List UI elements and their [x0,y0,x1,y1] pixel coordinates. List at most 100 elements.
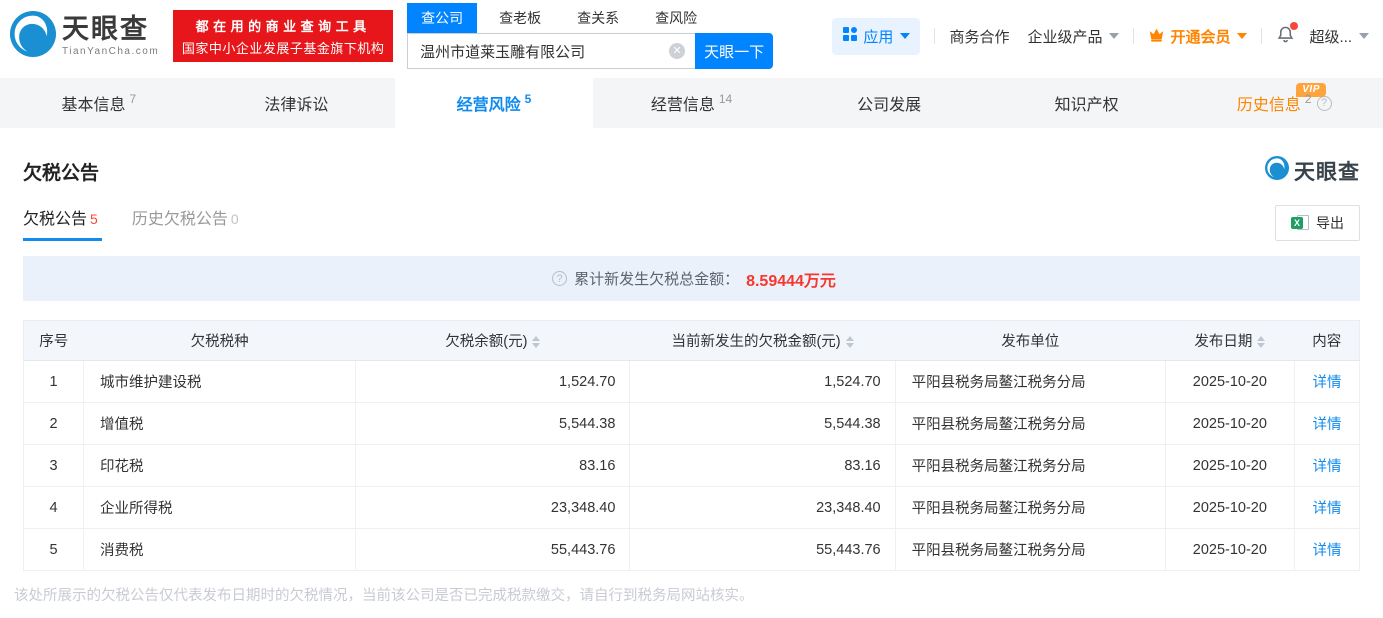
chevron-down-icon [1237,33,1247,39]
search-tab-risk[interactable]: 查风险 [641,3,711,33]
cell-tax-type: 印花税 [84,445,356,487]
tab-legal-proceedings[interactable]: 法律诉讼 [198,78,396,128]
sort-icon[interactable] [1257,336,1265,348]
bell-icon [1276,31,1295,48]
cell-publisher: 平阳县税务局鳌江税务分局 [895,487,1165,529]
search-tab-relation[interactable]: 查关系 [563,3,633,33]
cell-date: 2025-10-20 [1165,403,1294,445]
cell-tax-type: 增值税 [84,403,356,445]
tax-arrears-table: 序号 欠税税种 欠税余额(元) 当前新发生的欠税金额(元) 发布单位 发布日期 … [23,320,1360,571]
apps-menu[interactable]: 应用 [832,18,920,55]
cell-balance: 1,524.70 [356,361,630,403]
cell-balance: 5,544.38 [356,403,630,445]
cell-balance: 23,348.40 [356,487,630,529]
col-header-no: 序号 [24,321,84,361]
cell-tax-type: 企业所得税 [84,487,356,529]
page-title: 欠税公告 [23,158,99,185]
search-area: 查公司 查老板 查关系 查风险 ✕ 天眼一下 [407,3,773,69]
table-row: 2 增值税 5,544.38 5,544.38 平阳县税务局鳌江税务分局 202… [24,403,1360,445]
cell-date: 2025-10-20 [1165,529,1294,571]
disclaimer-note: 该处所展示的欠税公告仅代表发布日期时的欠税情况，当前该公司是否已完成税款缴交，请… [14,584,1360,605]
detail-link[interactable]: 详情 [1312,501,1341,517]
apps-grid-icon [842,26,858,46]
col-header-balance[interactable]: 欠税余额(元) [356,321,630,361]
summary-label: 累计新发生欠税总金额： [574,268,739,289]
promo-banner: 都在用的商业查询工具 国家中小企业发展子基金旗下机构 [173,10,393,62]
help-icon[interactable]: ? [1317,96,1332,111]
cell-new-amount: 55,443.76 [630,529,895,571]
cell-new-amount: 1,524.70 [630,361,895,403]
tianyancha-page: 天眼查 TianYanCha.com 都在用的商业查询工具 国家中小企业发展子基… [0,0,1383,618]
nav-enterprise-products[interactable]: 企业级产品 [1027,26,1119,47]
tianyancha-swirl-icon [1265,156,1289,186]
export-button[interactable]: X 导出 [1275,205,1360,241]
subtab-history-arrears[interactable]: 历史欠税公告0 [132,205,239,241]
brand-domain: TianYanCha.com [62,46,159,57]
tianyancha-logo[interactable]: 天眼查 TianYanCha.com [10,11,159,62]
search-tab-boss[interactable]: 查老板 [485,3,555,33]
cell-date: 2025-10-20 [1165,361,1294,403]
cell-no: 4 [24,487,84,529]
tab-operating-info[interactable]: 经营信息14 [593,78,791,128]
cell-date: 2025-10-20 [1165,487,1294,529]
cell-no: 1 [24,361,84,403]
cell-tax-type: 消费税 [84,529,356,571]
detail-link[interactable]: 详情 [1312,375,1341,391]
subtab-current-arrears[interactable]: 欠税公告5 [23,205,98,241]
cell-tax-type: 城市维护建设税 [84,361,356,403]
brand-name: 天眼查 [62,16,159,43]
cell-publisher: 平阳县税务局鳌江税务分局 [895,445,1165,487]
col-header-date[interactable]: 发布日期 [1165,321,1294,361]
detail-link[interactable]: 详情 [1312,459,1341,475]
cell-publisher: 平阳县税务局鳌江税务分局 [895,361,1165,403]
cell-no: 2 [24,403,84,445]
table-row: 5 消费税 55,443.76 55,443.76 平阳县税务局鳌江税务分局 2… [24,529,1360,571]
cell-no: 3 [24,445,84,487]
tab-basic-info[interactable]: 基本信息7 [0,78,198,128]
cell-new-amount: 83.16 [630,445,895,487]
top-nav: 应用 商务合作 企业级产品 开通会员 [832,18,1369,55]
search-tabs: 查公司 查老板 查关系 查风险 [407,3,773,33]
col-header-tax-type: 欠税税种 [84,321,356,361]
cell-no: 5 [24,529,84,571]
notification-dot [1290,22,1298,30]
tab-history-info[interactable]: VIP 历史信息2 ? [1185,78,1383,128]
crown-icon [1148,27,1165,46]
detail-link[interactable]: 详情 [1312,543,1341,559]
sort-icon[interactable] [846,336,854,348]
tianyancha-watermark: 天眼查 [1265,156,1360,186]
help-icon[interactable]: ? [552,271,567,286]
chevron-down-icon [900,33,910,39]
tax-subtabs: 欠税公告5 历史欠税公告0 [23,205,239,241]
summary-banner: ? 累计新发生欠税总金额： 8.59444万元 [23,256,1360,301]
cell-date: 2025-10-20 [1165,445,1294,487]
tax-table-body: 1 城市维护建设税 1,524.70 1,524.70 平阳县税务局鳌江税务分局… [24,361,1360,571]
company-section-tabs: 基本信息7 法律诉讼 经营风险5 经营信息14 公司发展 知识产权 VIP 历史… [0,78,1383,128]
excel-icon: X [1291,215,1309,231]
chevron-down-icon [1109,33,1119,39]
tab-operating-risk[interactable]: 经营风险5 [395,78,593,128]
notifications-bell[interactable] [1276,25,1295,48]
user-account-menu[interactable]: 超级... [1309,26,1369,47]
table-row: 3 印花税 83.16 83.16 平阳县税务局鳌江税务分局 2025-10-2… [24,445,1360,487]
col-header-new-amount[interactable]: 当前新发生的欠税金额(元) [630,321,895,361]
tab-intellectual-property[interactable]: 知识产权 [988,78,1186,128]
promo-line2: 国家中小企业发展子基金旗下机构 [182,38,385,57]
nav-open-vip[interactable]: 开通会员 [1148,26,1247,47]
cell-balance: 83.16 [356,445,630,487]
search-input[interactable] [407,33,695,69]
sort-icon[interactable] [532,336,540,348]
cell-publisher: 平阳县税务局鳌江税务分局 [895,529,1165,571]
search-tab-company[interactable]: 查公司 [407,3,477,33]
summary-value: 8.59444万元 [746,267,836,291]
chevron-down-icon [1359,33,1369,39]
col-header-content: 内容 [1294,321,1359,361]
detail-link[interactable]: 详情 [1312,417,1341,433]
cell-new-amount: 23,348.40 [630,487,895,529]
tab-company-development[interactable]: 公司发展 [790,78,988,128]
cell-new-amount: 5,544.38 [630,403,895,445]
table-header-row: 序号 欠税税种 欠税余额(元) 当前新发生的欠税金额(元) 发布单位 发布日期 … [24,321,1360,361]
search-button[interactable]: 天眼一下 [695,33,773,69]
nav-business-cooperation[interactable]: 商务合作 [949,26,1009,47]
cell-publisher: 平阳县税务局鳌江税务分局 [895,403,1165,445]
